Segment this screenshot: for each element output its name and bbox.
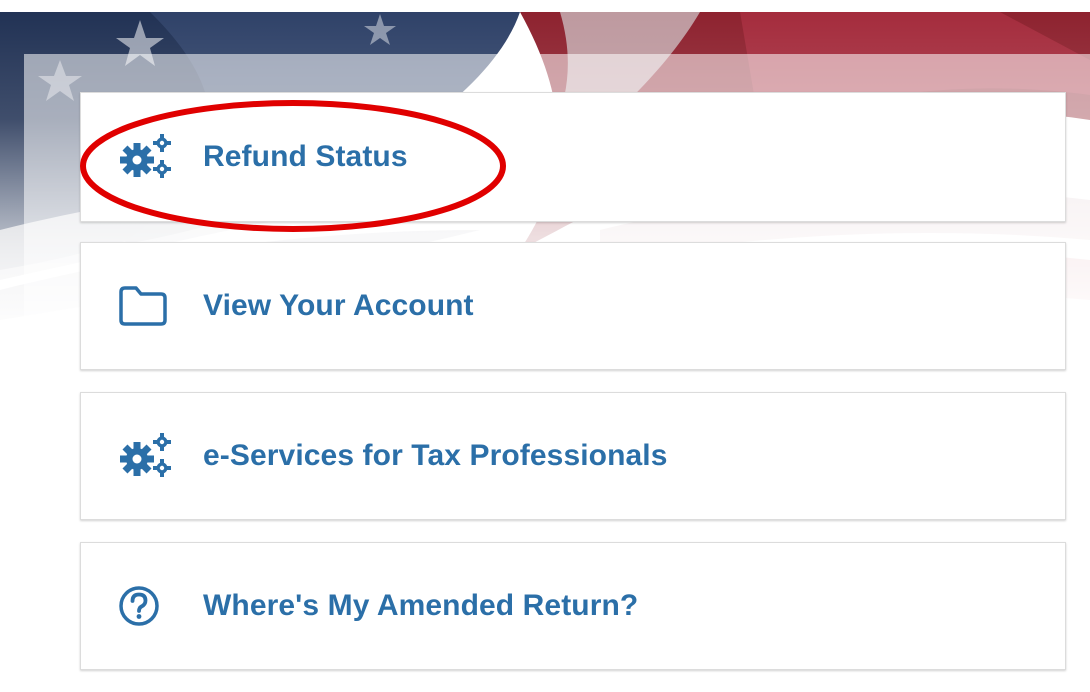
view-your-account-label: View Your Account xyxy=(203,289,474,322)
gears-icon xyxy=(117,430,177,482)
wheres-my-amended-return-card[interactable]: Where's My Amended Return? xyxy=(80,542,1066,670)
wheres-my-amended-return-label: Where's My Amended Return? xyxy=(203,589,639,622)
folder-icon xyxy=(117,280,177,332)
e-services-label: e-Services for Tax Professionals xyxy=(203,439,668,472)
e-services-card[interactable]: e-Services for Tax Professionals xyxy=(80,392,1066,520)
question-circle-icon xyxy=(117,580,177,632)
refund-status-label: Refund Status xyxy=(203,140,408,173)
view-your-account-card[interactable]: View Your Account xyxy=(80,242,1066,370)
service-menu: Refund Status View Your Account e-Servic… xyxy=(80,92,1066,692)
gears-icon xyxy=(117,131,177,183)
refund-status-card[interactable]: Refund Status xyxy=(80,92,1066,222)
